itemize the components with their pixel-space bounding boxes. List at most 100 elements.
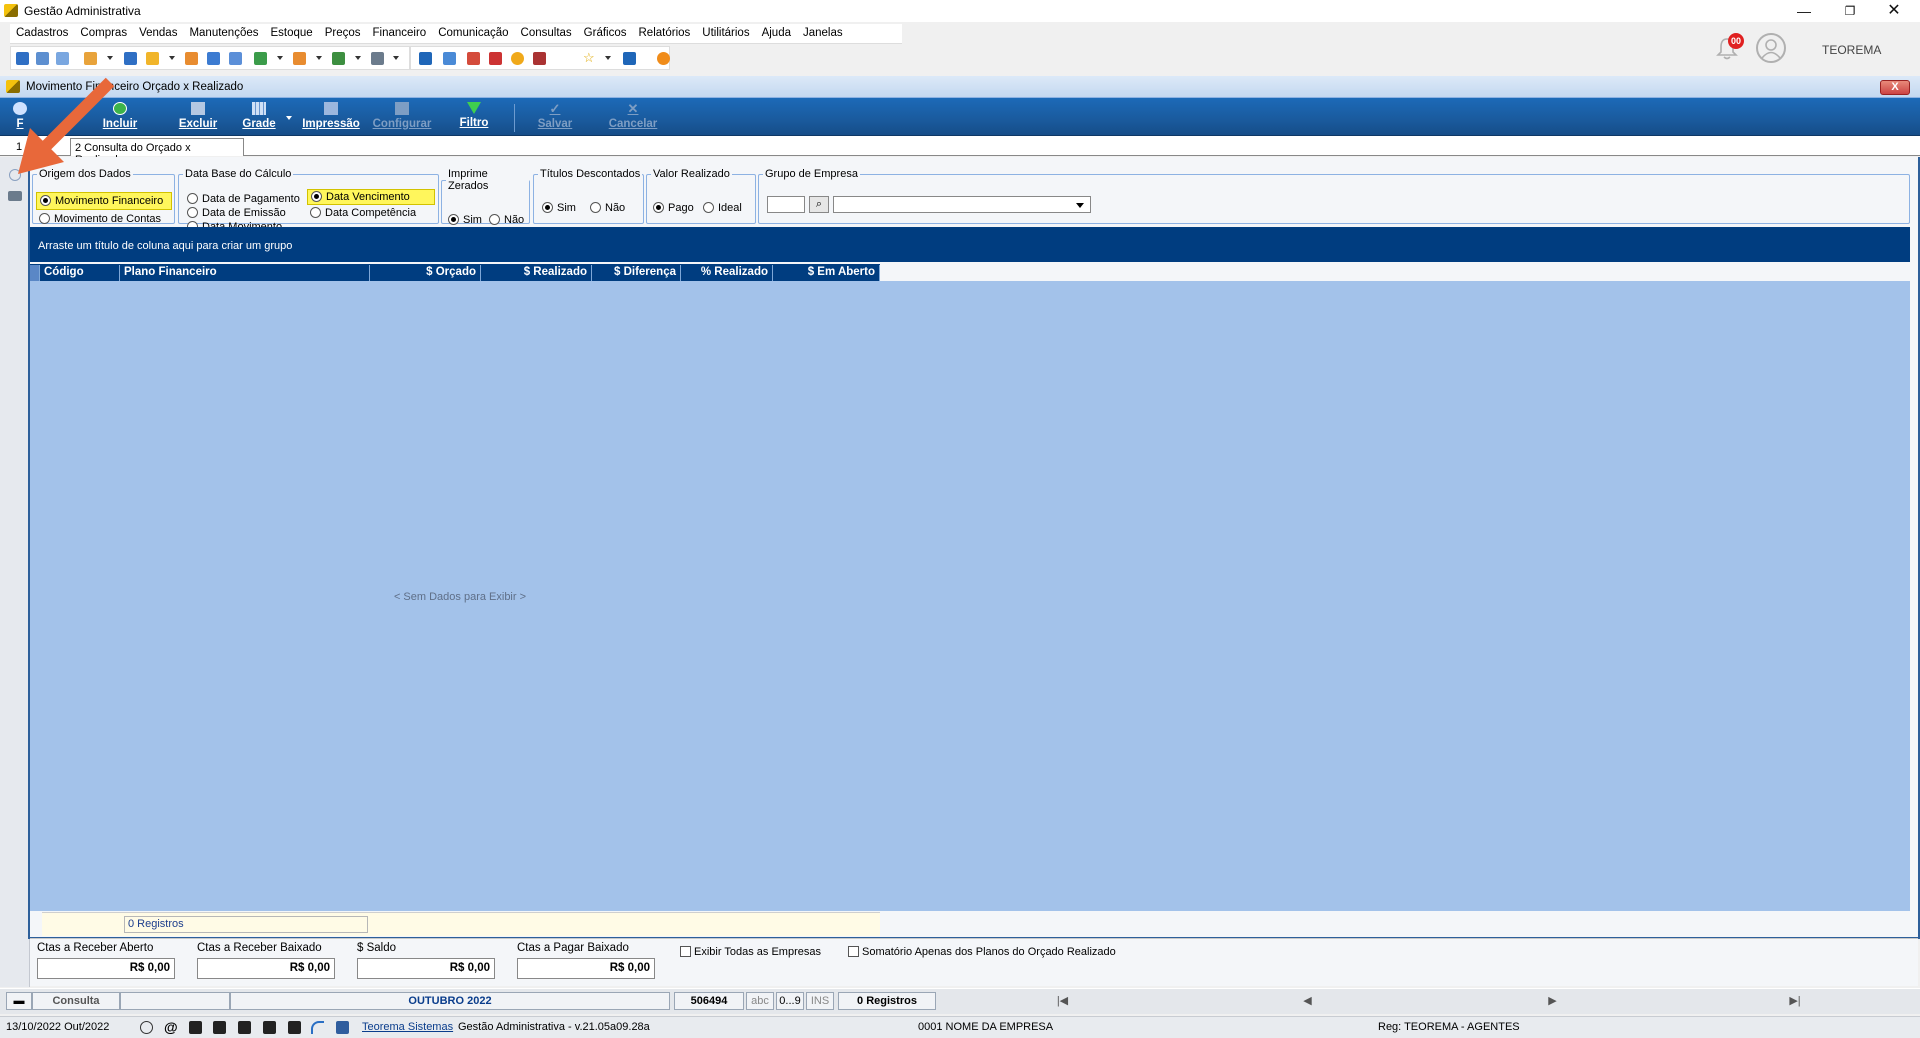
info-icon[interactable]	[623, 52, 636, 65]
folder-icon[interactable]	[16, 52, 29, 65]
column-plano-financeiro[interactable]: Plano Financeiro	[120, 265, 370, 281]
menu-vendas[interactable]: Vendas	[133, 24, 183, 39]
menu-cadastros[interactable]: Cadastros	[10, 24, 74, 39]
twitter-icon[interactable]	[263, 1021, 276, 1034]
tab-consulta-orcado[interactable]: 2 Consulta do Orçado x Realizado	[70, 138, 244, 166]
settings-icon[interactable]	[9, 169, 21, 181]
excluir-button[interactable]: Excluir	[163, 100, 233, 134]
nav-first-button[interactable]: |◀	[940, 992, 1185, 1010]
radio-descontados-nao[interactable]: Não	[590, 202, 625, 214]
close-app-button[interactable]: ✕	[1884, 2, 1904, 20]
tag-icon[interactable]	[293, 52, 306, 65]
chevron-down-icon[interactable]	[316, 56, 322, 60]
tab-1[interactable]: 1	[12, 138, 70, 156]
calendar-clock-icon[interactable]	[489, 52, 502, 65]
box-icon[interactable]	[146, 52, 159, 65]
clock-icon[interactable]	[511, 52, 524, 65]
list-icon[interactable]	[229, 52, 242, 65]
column-pct-realizado[interactable]: % Realizado	[681, 265, 773, 281]
user-avatar-icon[interactable]	[1756, 33, 1786, 63]
radio-data-emissao[interactable]: Data de Emissão	[187, 207, 286, 219]
search-button[interactable]: ⌕	[809, 196, 829, 213]
column-diferenca[interactable]: $ Diferença	[592, 265, 681, 281]
person-icon[interactable]	[185, 52, 198, 65]
radio-zerados-nao[interactable]: Não	[489, 214, 524, 226]
chevron-down-icon[interactable]	[277, 56, 283, 60]
menu-manutencoes[interactable]: Manutenções	[183, 24, 264, 39]
printer-icon[interactable]	[371, 52, 384, 65]
chevron-down-icon[interactable]	[393, 56, 399, 60]
money-icon[interactable]	[332, 52, 345, 65]
chevron-down-icon[interactable]	[169, 56, 175, 60]
menu-janelas[interactable]: Janelas	[797, 24, 849, 39]
org-chart-icon[interactable]	[84, 52, 97, 65]
menu-relatorios[interactable]: Relatórios	[633, 24, 697, 39]
calc-icon[interactable]	[207, 52, 220, 65]
telegram-icon[interactable]	[311, 1021, 324, 1034]
printer-icon[interactable]	[8, 191, 22, 201]
whatsapp-icon[interactable]	[140, 1021, 153, 1034]
people-icon[interactable]	[36, 52, 49, 65]
exibir-todas-checkbox[interactable]: Exibir Todas as Empresas	[680, 946, 821, 958]
nav-last-button[interactable]: ▶|	[1675, 992, 1915, 1010]
column-codigo[interactable]: Código	[40, 265, 120, 281]
calendar-icon[interactable]	[419, 52, 432, 65]
document-icon[interactable]	[124, 52, 137, 65]
linkedin-icon[interactable]	[213, 1021, 226, 1034]
configurar-button[interactable]: Configurar	[367, 100, 437, 134]
menu-ajuda[interactable]: Ajuda	[756, 24, 797, 39]
menu-graficos[interactable]: Gráficos	[578, 24, 633, 39]
cancelar-button[interactable]: ✕ Cancelar	[598, 100, 668, 134]
radio-data-pagamento[interactable]: Data de Pagamento	[187, 193, 300, 205]
power-icon[interactable]	[657, 52, 670, 65]
nav-prev-button[interactable]: ◀	[1185, 992, 1430, 1010]
restore-button[interactable]: ❐	[1840, 2, 1860, 20]
incluir-button[interactable]: Incluir	[85, 100, 155, 134]
report-icon[interactable]	[533, 52, 546, 65]
grupo-name-select[interactable]	[833, 196, 1091, 213]
menu-estoque[interactable]: Estoque	[265, 24, 319, 39]
radio-movimento-financeiro[interactable]: Movimento Financeiro	[36, 192, 172, 210]
row-indicator-column[interactable]	[30, 265, 40, 281]
radio-descontados-sim[interactable]: Sim	[542, 202, 576, 214]
menu-utilitarios[interactable]: Utilitários	[696, 24, 755, 39]
radio-valor-pago[interactable]: Pago	[653, 202, 694, 214]
salvar-button[interactable]: ✓ Salvar	[520, 100, 590, 134]
cart-icon[interactable]	[254, 52, 267, 65]
email-icon[interactable]: @	[164, 1019, 178, 1035]
card-icon[interactable]	[56, 52, 69, 65]
somatorio-checkbox[interactable]: Somatório Apenas dos Planos do Orçado Re…	[848, 946, 1116, 958]
menu-precos[interactable]: Preços	[319, 24, 367, 39]
help-button[interactable]: F	[0, 100, 40, 134]
chevron-down-icon[interactable]	[107, 56, 113, 60]
filtro-button[interactable]: Filtro	[439, 100, 509, 134]
column-orcado[interactable]: $ Orçado	[370, 265, 481, 281]
chevron-down-icon[interactable]	[355, 56, 361, 60]
radio-valor-ideal[interactable]: Ideal	[703, 202, 742, 214]
grade-dropdown-icon[interactable]	[286, 116, 292, 120]
youtube-icon[interactable]	[238, 1021, 251, 1034]
radio-data-vencimento[interactable]: Data Vencimento	[307, 189, 435, 205]
radio-data-competencia[interactable]: Data Competência	[310, 207, 416, 219]
menu-financeiro[interactable]: Financeiro	[367, 24, 433, 39]
column-em-aberto[interactable]: $ Em Aberto	[773, 265, 880, 281]
nav-next-button[interactable]: ▶	[1430, 992, 1675, 1010]
teorema-link[interactable]: Teorema Sistemas	[362, 1021, 453, 1033]
grupo-code-input[interactable]	[767, 196, 805, 213]
impressao-button[interactable]: Impressão	[296, 100, 366, 134]
radio-movimento-contas[interactable]: Movimento de Contas	[39, 213, 161, 225]
radio-zerados-sim[interactable]: Sim	[448, 214, 482, 226]
window-close-button[interactable]: X	[1880, 80, 1910, 95]
menu-consultas[interactable]: Consultas	[515, 24, 578, 39]
instagram-icon[interactable]	[189, 1021, 202, 1034]
minimize-button[interactable]: —	[1794, 2, 1814, 20]
menu-comunicacao[interactable]: Comunicação	[432, 24, 514, 39]
calendar-grid-icon[interactable]	[443, 52, 456, 65]
star-icon[interactable]: ☆	[583, 50, 596, 65]
calendar-30-icon[interactable]	[467, 52, 480, 65]
facebook-icon[interactable]	[288, 1021, 301, 1034]
group-by-bar[interactable]: Arraste um título de coluna aqui para cr…	[30, 227, 1910, 262]
chevron-down-icon[interactable]	[605, 56, 611, 60]
column-realizado[interactable]: $ Realizado	[481, 265, 592, 281]
menu-compras[interactable]: Compras	[74, 24, 133, 39]
